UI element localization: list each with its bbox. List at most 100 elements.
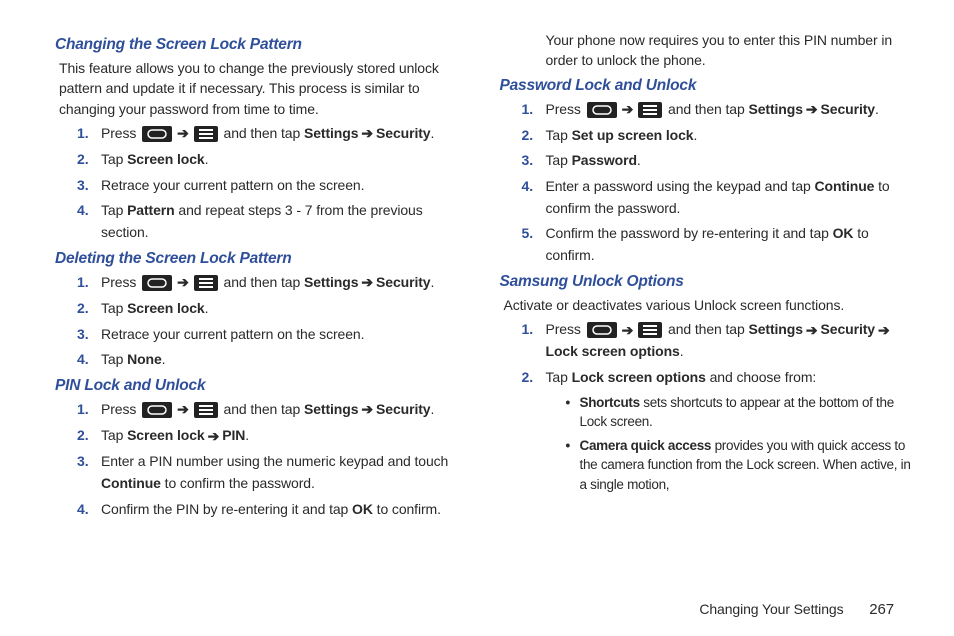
label: Security (376, 125, 430, 141)
arrow-icon: ➔ (806, 99, 818, 121)
label: Settings (748, 101, 802, 117)
text: Tap (546, 152, 572, 168)
text: Tap (101, 202, 127, 218)
text: . (430, 401, 434, 417)
arrow-icon: ➔ (361, 399, 373, 421)
text: Press (101, 401, 140, 417)
text: Tap (101, 351, 127, 367)
step: Press ➔ and then tap Settings➔Security. (77, 272, 470, 294)
label: PIN (222, 427, 245, 443)
text: and then tap (220, 401, 304, 417)
step: Tap Screen lock. (77, 298, 470, 320)
heading-pin-lock: PIN Lock and Unlock (55, 377, 470, 395)
manual-page: Changing the Screen Lock Pattern This fe… (0, 0, 954, 534)
arrow-icon: ➔ (622, 99, 634, 121)
label: Password (572, 152, 637, 168)
bullet-item: Camera quick access provides you with qu… (566, 436, 915, 495)
menu-button-icon (638, 322, 662, 338)
heading-samsung-unlock: Samsung Unlock Options (500, 273, 915, 291)
menu-button-icon (194, 126, 218, 142)
text: . (162, 351, 166, 367)
label: Settings (304, 274, 358, 290)
step: Tap Pattern and repeat steps 3 - 7 from … (77, 200, 470, 243)
home-button-icon (142, 126, 172, 142)
step: Tap Lock screen options and choose from:… (522, 367, 915, 495)
arrow-icon: ➔ (177, 123, 189, 145)
steps-deleting-pattern: Press ➔ and then tap Settings➔Security. … (77, 272, 470, 371)
step: Tap None. (77, 349, 470, 371)
step: Tap Set up screen lock. (522, 125, 915, 147)
text: Confirm the PIN by re-entering it and ta… (101, 501, 352, 517)
text: . (205, 151, 209, 167)
steps-changing-pattern: Press ➔ and then tap Settings➔Security. … (77, 123, 470, 244)
right-column: Your phone now requires you to enter thi… (500, 30, 915, 524)
text: . (245, 427, 249, 443)
arrow-icon: ➔ (208, 426, 220, 448)
menu-button-icon (194, 275, 218, 291)
label: None (127, 351, 162, 367)
text: Tap (101, 427, 127, 443)
text: and then tap (664, 101, 748, 117)
label: Continue (814, 178, 874, 194)
steps-samsung-unlock: Press ➔ and then tap Settings➔Security➔L… (522, 319, 915, 494)
step: Retrace your current pattern on the scre… (77, 175, 470, 197)
steps-pin-lock: Press ➔ and then tap Settings➔Security. … (77, 399, 470, 520)
text: Press (546, 101, 585, 117)
label: Screen lock (127, 151, 205, 167)
bullet-item: Shortcuts sets shortcuts to appear at th… (566, 393, 915, 432)
intro-samsung-unlock: Activate or deactivates various Unlock s… (504, 295, 915, 315)
step: Press ➔ and then tap Settings➔Security. (522, 99, 915, 121)
text: to confirm. (373, 501, 441, 517)
label: Continue (101, 475, 161, 491)
home-button-icon (587, 322, 617, 338)
text: and then tap (664, 321, 748, 337)
step: Press ➔ and then tap Settings➔Security➔L… (522, 319, 915, 363)
arrow-icon: ➔ (177, 399, 189, 421)
text: . (430, 274, 434, 290)
text: Press (101, 274, 140, 290)
text: . (430, 125, 434, 141)
arrow-icon: ➔ (177, 272, 189, 294)
label: Security (376, 274, 430, 290)
text: and choose from: (706, 369, 816, 385)
label: Settings (304, 125, 358, 141)
label: Screen lock (127, 300, 205, 316)
footer-text: Changing Your Settings (699, 601, 843, 617)
text: Press (101, 125, 140, 141)
continuation-text: Your phone now requires you to enter thi… (546, 30, 915, 71)
arrow-icon: ➔ (361, 272, 373, 294)
label: Screen lock (127, 427, 205, 443)
text: Press (546, 321, 585, 337)
text: . (680, 343, 684, 359)
label: Lock screen options (546, 343, 680, 359)
step: Confirm the password by re-entering it a… (522, 223, 915, 266)
home-button-icon (142, 275, 172, 291)
step: Tap Password. (522, 150, 915, 172)
menu-button-icon (194, 402, 218, 418)
intro-changing-pattern: This feature allows you to change the pr… (59, 58, 470, 119)
arrow-icon: ➔ (361, 123, 373, 145)
step: Enter a PIN number using the numeric key… (77, 451, 470, 494)
page-number: 267 (869, 601, 894, 618)
home-button-icon (587, 102, 617, 118)
label: OK (833, 225, 854, 241)
step: Press ➔ and then tap Settings➔Security. (77, 123, 470, 145)
label: Security (376, 401, 430, 417)
heading-changing-pattern: Changing the Screen Lock Pattern (55, 36, 470, 54)
step: Press ➔ and then tap Settings➔Security. (77, 399, 470, 421)
label: Set up screen lock (572, 127, 694, 143)
label: Security (821, 321, 875, 337)
home-button-icon (142, 402, 172, 418)
text: and then tap (220, 125, 304, 141)
label: Settings (748, 321, 802, 337)
page-footer: Changing Your Settings 267 (699, 601, 894, 618)
label: Lock screen options (572, 369, 706, 385)
label: OK (352, 501, 373, 517)
step: Confirm the PIN by re-entering it and ta… (77, 499, 470, 521)
arrow-icon: ➔ (622, 320, 634, 342)
left-column: Changing the Screen Lock Pattern This fe… (55, 30, 470, 524)
menu-button-icon (638, 102, 662, 118)
label: Camera quick access (580, 438, 712, 453)
step: Tap Screen lock. (77, 149, 470, 171)
text: . (693, 127, 697, 143)
